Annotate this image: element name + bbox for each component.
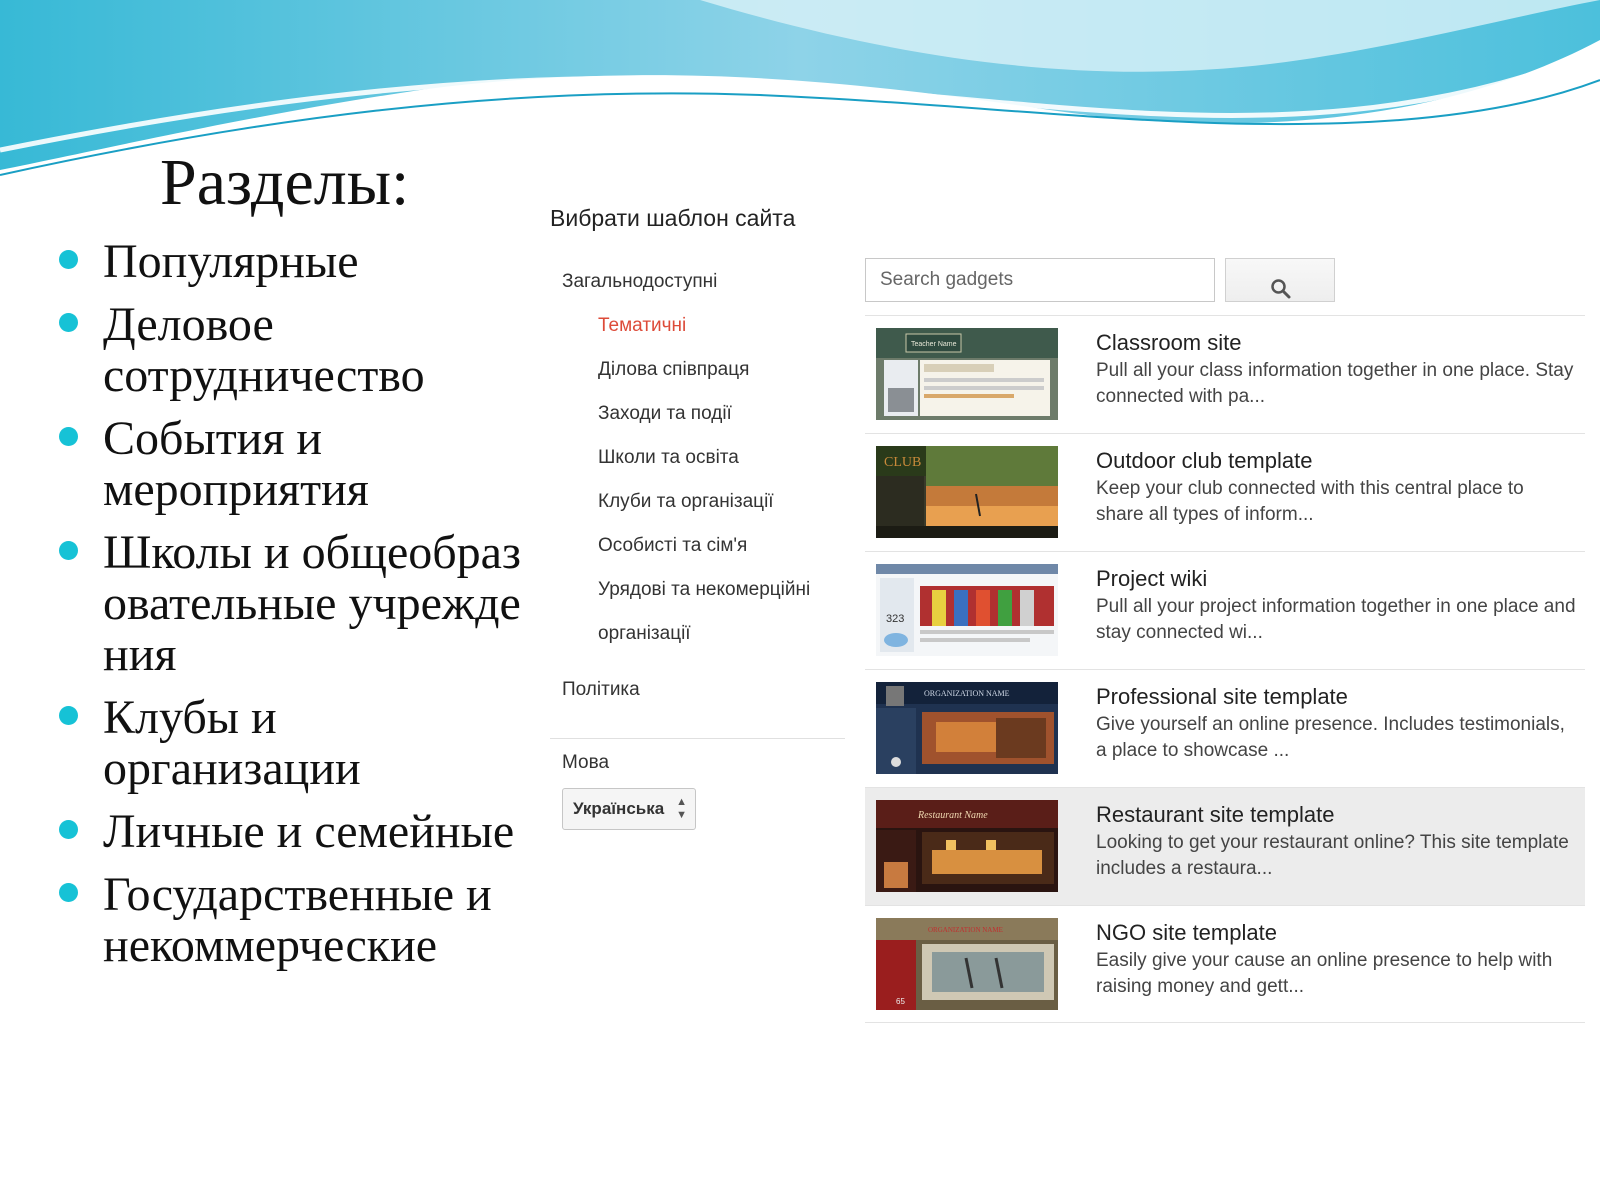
panel-heading: Вибрати шаблон сайта [550,205,796,231]
select-arrows-icon: ▲ ▼ [676,796,687,821]
bullet-dot-icon [59,820,78,839]
template-description: Give yourself an online presence. Includ… [1096,714,1565,761]
nav-item-personal[interactable]: Особисті та сім'я [550,524,850,568]
search-gadgets-input[interactable] [865,258,1215,302]
project-wiki-thumbnail: 323 [876,564,1058,656]
template-name: Professional site template [1096,684,1348,709]
category-nav: Загальнодоступні Тематичні Ділова співпр… [550,260,850,712]
search-button[interactable] [1225,258,1335,302]
bullet-dot-icon [59,427,78,446]
language-select[interactable]: Українська ▲ ▼ [562,788,696,830]
outdoor-club-thumbnail: CLUB [876,446,1058,538]
bullet-dot-icon [59,250,78,269]
bullet-text: События и мероприятия [103,412,369,516]
language-label: Мова [562,752,610,773]
nav-section-policy[interactable]: Політика [550,668,850,712]
template-name: Project wiki [1096,566,1208,591]
bullet-item: События и мероприятия [55,413,535,515]
template-name: Restaurant site template [1096,802,1335,827]
bullet-list: Популярные Деловое сотрудничество Событи… [55,236,535,983]
svg-text:Teacher Name: Teacher Name [911,341,957,348]
svg-text:ORGANIZATION NAME: ORGANIZATION NAME [928,926,1003,934]
nav-item-schools[interactable]: Школи та освіта [550,436,850,480]
template-description: Pull all your project information togeth… [1096,596,1576,643]
svg-text:65: 65 [896,997,905,1006]
slide-title: Разделы: [160,146,410,219]
template-description: Easily give your cause an online presenc… [1096,950,1553,997]
bullet-text: Школы и общеобразовательные учреждения [103,526,521,681]
bullet-text: Личные и семейные [103,805,515,858]
bullet-item: Популярные [55,236,535,287]
bullet-text: Государственные и некоммерческие [103,868,492,972]
nav-divider [550,738,845,739]
template-picker-panel: Вибрати шаблон сайта Загальнодоступні Те… [535,160,1600,1080]
template-description: Keep your club connected with this centr… [1096,478,1524,525]
nav-item-business[interactable]: Ділова співпраця [550,348,850,392]
bullet-item: Государственные и некоммерческие [55,869,535,971]
bullet-text: Клубы и организации [103,691,361,795]
svg-text:ORGANIZATION NAME: ORGANIZATION NAME [924,689,1010,698]
nav-item-government-cont[interactable]: організації [550,612,850,656]
bullet-text: Популярные [103,235,359,288]
template-row-restaurant[interactable]: Restaurant Name Restaurant site template… [865,787,1585,905]
template-description: Pull all your class information together… [1096,360,1574,407]
nav-item-government[interactable]: Урядові та некомерційні [550,568,850,612]
template-name: Outdoor club template [1096,448,1313,473]
template-row-project-wiki[interactable]: 323 Project wiki Pull all your project i… [865,551,1585,669]
nav-item-clubs[interactable]: Клуби та організації [550,480,850,524]
language-value: Українська [573,799,665,818]
template-row-professional[interactable]: ORGANIZATION NAME Professional site temp… [865,669,1585,787]
template-name: NGO site template [1096,920,1277,945]
template-name: Classroom site [1096,330,1242,355]
template-row-classroom[interactable]: Teacher Name Classroom site Pull all you… [865,315,1585,433]
svg-text:CLUB: CLUB [884,455,921,470]
nav-item-events[interactable]: Заходи та події [550,392,850,436]
template-row-ngo[interactable]: ORGANIZATION NAME 65 NGO site template E… [865,905,1585,1023]
svg-text:Restaurant Name: Restaurant Name [917,810,988,821]
bullet-item: Школы и общеобразовательные учреждения [55,527,535,680]
search-icon [1271,279,1291,299]
template-description: Looking to get your restaurant online? T… [1096,832,1569,879]
bullet-dot-icon [59,541,78,560]
bullet-dot-icon [59,313,78,332]
template-list: Teacher Name Classroom site Pull all you… [865,315,1585,1023]
bullet-item: Личные и семейные [55,806,535,857]
template-row-outdoor-club[interactable]: CLUB Outdoor club template Keep your clu… [865,433,1585,551]
bullet-item: Деловое сотрудничество [55,299,535,401]
bullet-dot-icon [59,706,78,725]
bullet-dot-icon [59,883,78,902]
bullet-text: Деловое сотрудничество [103,298,425,402]
classroom-thumbnail: Teacher Name [876,328,1058,420]
restaurant-thumbnail: Restaurant Name [876,800,1058,892]
nav-item-thematic[interactable]: Тематичні [550,304,850,348]
svg-text:323: 323 [886,613,904,625]
bullet-item: Клубы и организации [55,692,535,794]
professional-thumbnail: ORGANIZATION NAME [876,682,1058,774]
nav-section-public[interactable]: Загальнодоступні [550,260,850,304]
ngo-thumbnail: ORGANIZATION NAME 65 [876,918,1058,1010]
